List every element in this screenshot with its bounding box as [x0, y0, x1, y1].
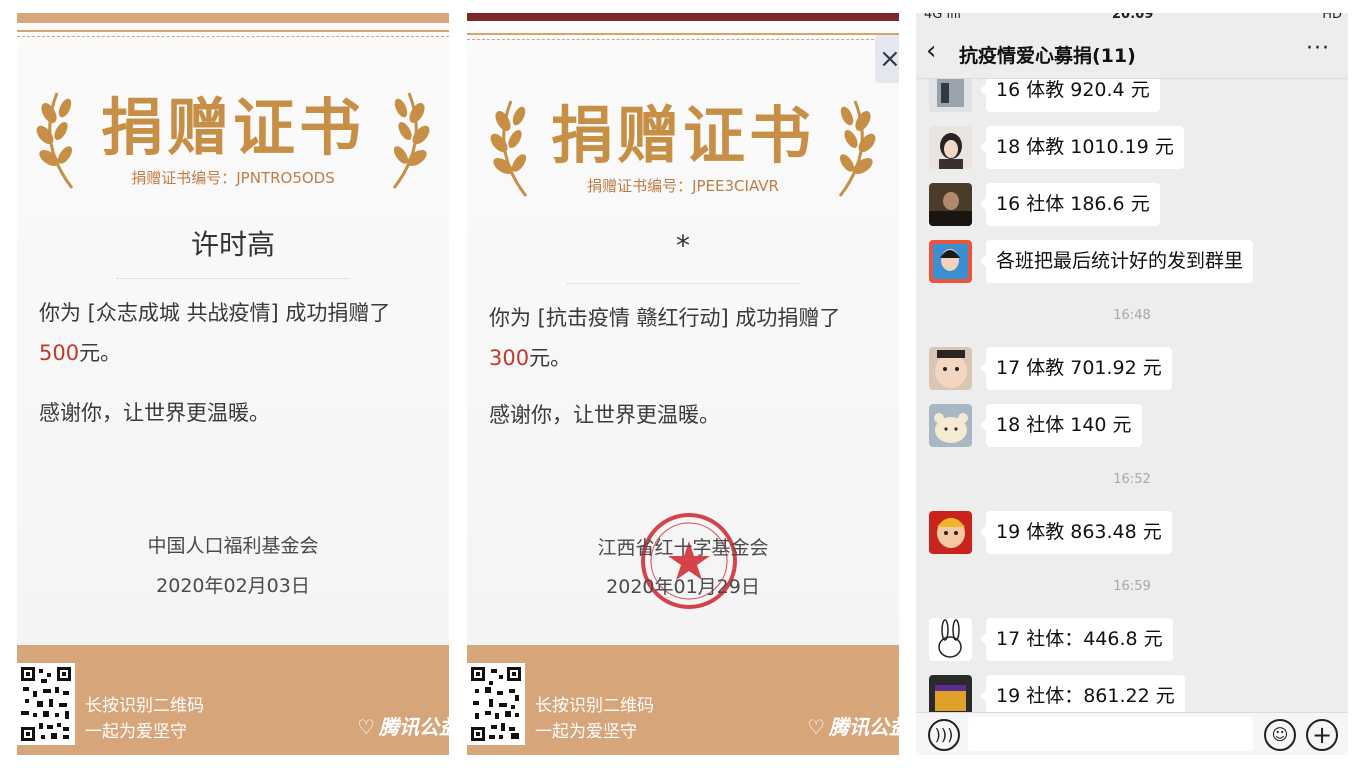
voice-icon[interactable]: )))	[928, 719, 960, 751]
footer-line1: 长按识别二维码	[535, 696, 654, 716]
certificate-date: 2020年02月03日	[156, 575, 310, 597]
code-label: 捐赠证书编号：	[131, 169, 237, 187]
logo-text: 腾讯公益	[379, 715, 449, 739]
thanks-text: 感谢你，让世界更温暖。	[39, 401, 270, 425]
wechat-group-chat: 4G ıııl 20:09 HD ‹ 抗疫情爱心募捐(11) ··· 16 体教…	[916, 13, 1348, 755]
hd-indicator: HD	[1322, 13, 1342, 22]
foundation-name: 中国人口福利基金会	[147, 535, 319, 557]
donation-amount: 300	[489, 346, 530, 370]
qr-code[interactable]	[17, 663, 75, 745]
body-text: 你为 [众志成城 共战疫情] 成功捐赠了	[39, 301, 391, 325]
decorative-rule	[17, 36, 449, 37]
donor-name: 许时高	[190, 228, 275, 261]
avatar[interactable]	[929, 404, 972, 447]
emoji-icon[interactable]: ☺	[1264, 719, 1296, 751]
status-time: 20:09	[1112, 13, 1154, 22]
timestamp: 16:52	[1113, 472, 1151, 487]
tencent-charity-logo: ♡腾讯公益	[357, 711, 449, 740]
avatar[interactable]	[929, 240, 972, 283]
body-suffix: 元。	[529, 346, 572, 370]
certificate-title: 捐赠证书	[550, 99, 815, 172]
footer-line2: 一起为爱坚守	[535, 722, 637, 742]
timestamp: 16:59	[1113, 579, 1151, 594]
decorative-rule	[467, 33, 899, 35]
certificate-date: 2020年01月29日	[606, 576, 760, 598]
code-value: JPNTRO5ODS	[236, 169, 335, 187]
top-strip	[467, 13, 899, 21]
signal-indicator: 4G ıııl	[924, 13, 961, 22]
status-bar: 4G ıııl 20:09 HD	[916, 13, 1348, 23]
donation-certificate-1: 捐赠证书 捐赠证书编号：JPNTRO5ODS 许时高 你为 [众志成城 共战疫情…	[17, 13, 449, 755]
avatar[interactable]	[929, 126, 972, 169]
timestamp: 16:48	[1113, 308, 1151, 323]
body-text: 你为 [抗击疫情 赣红行动] 成功捐赠了	[489, 306, 841, 330]
avatar[interactable]	[929, 183, 972, 226]
chat-title: 抗疫情爱心募捐(11)	[959, 45, 1136, 67]
message-bubble[interactable]: 17 体教 701.92 元	[980, 347, 1172, 390]
heart-icon: ♡	[357, 715, 375, 739]
avatar[interactable]	[929, 618, 972, 661]
donor-name: *	[676, 229, 690, 262]
message-bubble[interactable]: 各班把最后统计好的发到群里	[979, 240, 1254, 283]
certificate-body: 你为 [抗击疫情 赣红行动] 成功捐赠了 300元。	[489, 298, 869, 378]
body-suffix: 元。	[79, 341, 122, 365]
message-bubble[interactable]: 17 社体：446.8 元	[980, 618, 1173, 661]
avatar[interactable]	[929, 511, 972, 554]
certificate-title: 捐赠证书	[100, 91, 365, 164]
message-bubble[interactable]: 16 社体 186.6 元	[980, 183, 1160, 226]
decorative-rule	[17, 30, 449, 32]
certificate-code: 捐赠证书编号：JPNTRO5ODS	[17, 167, 449, 188]
close-icon[interactable]: ×	[875, 35, 899, 83]
decorative-rule	[467, 39, 899, 40]
logo-text: 腾讯公益	[829, 715, 899, 739]
certificate-footer: 长按识别二维码 一起为爱坚守 ♡腾讯公益	[467, 645, 899, 755]
avatar[interactable]	[929, 675, 972, 713]
divider	[567, 283, 799, 284]
certificate-body: 你为 [众志成城 共战疫情] 成功捐赠了 500元。	[39, 293, 419, 373]
avatar[interactable]	[929, 347, 972, 390]
input-bar: ))) ☺ +	[916, 712, 1348, 755]
code-value: JPEE3CIAVR	[692, 177, 779, 195]
certificate-footer: 长按识别二维码 一起为爱坚守 ♡腾讯公益	[17, 645, 449, 755]
message-bubble[interactable]: 19 体教 863.48 元	[980, 511, 1172, 554]
avatar[interactable]	[929, 79, 972, 112]
donation-amount: 500	[39, 341, 80, 365]
plus-icon[interactable]: +	[1306, 719, 1338, 751]
message-list[interactable]: 16 体教 920.4 元 18 体教 1010.19 元 16 社体 186.…	[916, 79, 1348, 713]
qr-code[interactable]	[467, 663, 525, 745]
message-bubble[interactable]: 18 社体 140 元	[980, 404, 1142, 447]
back-arrow-icon[interactable]: ‹	[926, 36, 936, 66]
footer-line1: 长按识别二维码	[85, 696, 204, 716]
message-bubble[interactable]: 16 体教 920.4 元	[980, 79, 1160, 112]
top-strip	[17, 13, 449, 23]
more-options-icon[interactable]: ···	[1306, 36, 1330, 61]
code-label: 捐赠证书编号：	[587, 177, 693, 195]
foundation-name: 江西省红十字基金会	[597, 537, 769, 559]
thanks-text: 感谢你，让世界更温暖。	[489, 403, 720, 427]
footer-line2: 一起为爱坚守	[85, 722, 187, 742]
message-bubble[interactable]: 18 体教 1010.19 元	[980, 126, 1184, 169]
divider	[117, 278, 349, 279]
message-bubble[interactable]: 19 社体：861.22 元	[980, 675, 1185, 713]
message-input[interactable]	[968, 717, 1253, 751]
certificate-code: 捐赠证书编号：JPEE3CIAVR	[467, 175, 899, 196]
donation-certificate-2: × 捐赠证书 捐赠证书编号：JPEE3CIAVR * 你为 [抗击疫情 赣红行动…	[467, 13, 899, 755]
tencent-charity-logo: ♡腾讯公益	[807, 711, 899, 740]
heart-icon: ♡	[807, 715, 825, 739]
chat-header: ‹ 抗疫情爱心募捐(11) ···	[916, 26, 1348, 79]
